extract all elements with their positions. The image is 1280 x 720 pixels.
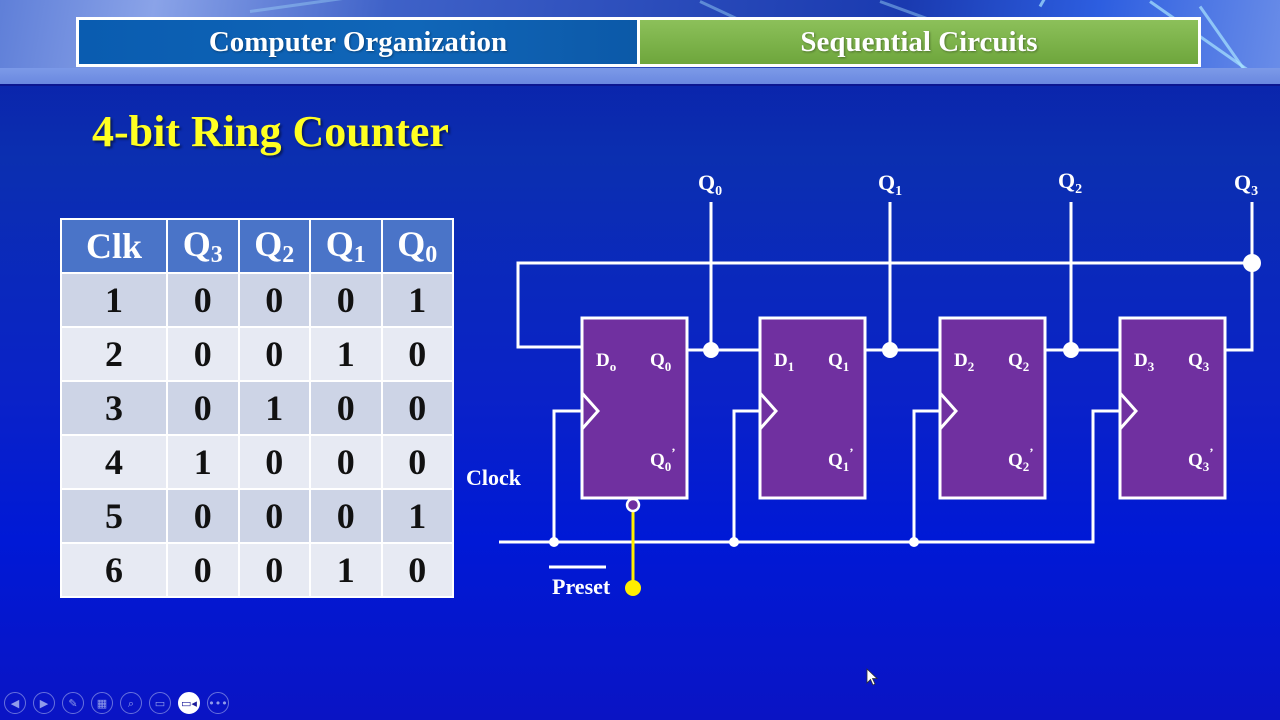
junction-dot bbox=[549, 537, 559, 547]
junction-dot bbox=[729, 537, 739, 547]
ring-counter-circuit: Do Q0Q0’ D1 Q1Q1’ D2 Q2Q2’ D3 Q3Q3’ Q0 Q1 Q2 Q3… bbox=[466, 168, 1261, 599]
d-flipflop-0: Do Q0Q0’ bbox=[580, 316, 689, 500]
see-all-slides-icon: ▦ bbox=[96, 696, 108, 710]
d-flipflop-1: D1 Q1Q1’ bbox=[758, 316, 867, 500]
more-options-button[interactable]: ••• bbox=[207, 692, 229, 714]
d-flipflop-2: D2 Q2Q2’ bbox=[938, 316, 1047, 500]
preset-label: Preset bbox=[552, 574, 611, 599]
clock-wire-ff2 bbox=[912, 409, 940, 542]
zoom-icon: ⌕ bbox=[127, 696, 135, 710]
clock-label: Clock bbox=[466, 465, 522, 490]
junction-dot bbox=[703, 342, 719, 358]
slideshow-toolbar: ◀ ▶ ✎ ▦ ⌕ ▭ ▭◂ ••• bbox=[4, 692, 229, 714]
subtitles-button[interactable]: ▭ bbox=[149, 692, 171, 714]
camera-icon: ▭◂ bbox=[181, 696, 197, 710]
clock-wire-ff0 bbox=[552, 409, 582, 542]
junction-dot bbox=[882, 342, 898, 358]
camera-button[interactable]: ▭◂ bbox=[178, 692, 200, 714]
next-slide-icon: ▶ bbox=[39, 696, 49, 710]
d-flipflop-3: D3 Q3Q3’ bbox=[1118, 316, 1227, 500]
more-options-icon: ••• bbox=[208, 696, 228, 710]
output-label-q0: Q0 bbox=[698, 170, 722, 199]
see-all-slides-button[interactable]: ▦ bbox=[91, 692, 113, 714]
junction-dot bbox=[909, 537, 919, 547]
output-label-q2: Q2 bbox=[1058, 168, 1082, 197]
subtitles-icon: ▭ bbox=[154, 696, 166, 710]
pen-tool-icon: ✎ bbox=[68, 696, 78, 710]
pen-tool-button[interactable]: ✎ bbox=[62, 692, 84, 714]
clock-wire-ff1 bbox=[732, 409, 760, 542]
next-slide-button[interactable]: ▶ bbox=[33, 692, 55, 714]
output-label-q1: Q1 bbox=[878, 170, 902, 199]
output-label-q3: Q3 bbox=[1234, 170, 1258, 199]
preset-input-terminal bbox=[625, 580, 641, 596]
junction-dot bbox=[1243, 254, 1261, 272]
previous-slide-button[interactable]: ◀ bbox=[4, 692, 26, 714]
zoom-button[interactable]: ⌕ bbox=[120, 692, 142, 714]
mouse-cursor-icon bbox=[866, 668, 879, 686]
preset-bubble bbox=[625, 497, 641, 513]
q3-output-wire bbox=[1226, 202, 1254, 352]
previous-slide-icon: ◀ bbox=[10, 696, 20, 710]
junction-dot bbox=[1063, 342, 1079, 358]
